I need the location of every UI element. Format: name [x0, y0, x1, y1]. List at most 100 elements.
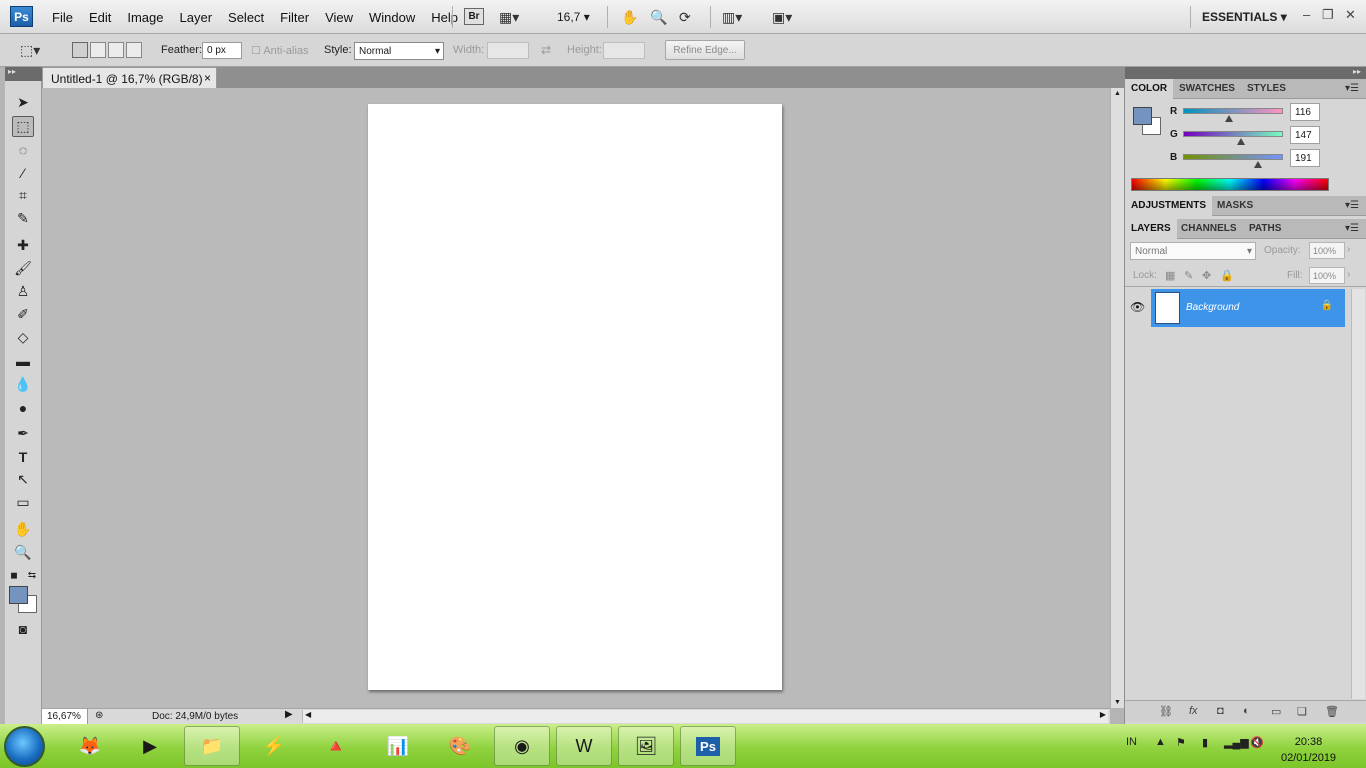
restore-icon[interactable]: ❐: [1322, 7, 1334, 23]
action-center-flag-icon[interactable]: ⚑: [1176, 736, 1186, 749]
history-brush-tool-icon[interactable]: ✐: [12, 304, 34, 325]
photoshop-taskbar-icon[interactable]: Ps: [680, 726, 736, 766]
toolbox-collapse-icon[interactable]: ▸▸: [5, 67, 42, 81]
volume-muted-icon[interactable]: 🔇: [1250, 736, 1264, 749]
bridge-button[interactable]: Br: [464, 8, 484, 25]
green-slider[interactable]: [1183, 131, 1283, 137]
height-input[interactable]: [603, 42, 645, 59]
style-select[interactable]: Normal ▾: [354, 42, 444, 60]
panel-menu-icon[interactable]: ▾☰: [1345, 83, 1359, 94]
tab-paths[interactable]: PATHS: [1243, 219, 1287, 239]
gradient-tool-icon[interactable]: ▬: [12, 350, 34, 371]
fill-arrow-icon[interactable]: ›: [1347, 269, 1350, 280]
show-hidden-icons-icon[interactable]: ▲: [1155, 736, 1166, 748]
blue-slider-thumb[interactable]: [1253, 161, 1262, 168]
minimize-icon[interactable]: –: [1303, 7, 1310, 22]
screen-mode-icon[interactable]: ▣▾: [772, 9, 792, 26]
green-slider-thumb[interactable]: [1236, 138, 1245, 145]
red-slider-thumb[interactable]: [1224, 115, 1233, 122]
panel-menu-icon[interactable]: ▾☰: [1345, 200, 1359, 211]
word-icon[interactable]: W: [556, 726, 612, 766]
menu-image[interactable]: Image: [119, 10, 171, 25]
powerpoint-icon[interactable]: 📊: [370, 726, 426, 766]
menu-layer[interactable]: Layer: [172, 10, 221, 25]
new-group-icon[interactable]: ▭: [1271, 705, 1281, 718]
swap-dimensions-icon[interactable]: ⇄: [541, 43, 551, 57]
clone-stamp-tool-icon[interactable]: ♙: [12, 281, 34, 302]
tab-layers[interactable]: LAYERS: [1125, 219, 1177, 239]
menu-file[interactable]: File: [44, 10, 81, 25]
canvas-area[interactable]: [42, 88, 1110, 708]
new-selection-icon[interactable]: [72, 42, 88, 58]
panel-menu-icon[interactable]: ▾☰: [1345, 223, 1359, 234]
film-strip-icon[interactable]: ▦▾: [499, 9, 519, 26]
photo-viewer-icon[interactable]: 🖼: [618, 726, 674, 766]
tab-swatches[interactable]: SWATCHES: [1173, 79, 1241, 99]
intersect-selection-icon[interactable]: [126, 42, 142, 58]
type-tool-icon[interactable]: T: [12, 446, 34, 467]
new-layer-icon[interactable]: ❏: [1297, 705, 1307, 718]
layers-scrollbar[interactable]: [1351, 289, 1365, 699]
system-clock[interactable]: 20:38 02/01/2019: [1281, 734, 1336, 766]
dodge-tool-icon[interactable]: ●: [12, 397, 34, 418]
scroll-right-icon[interactable]: ▶: [1100, 710, 1106, 719]
media-player-icon[interactable]: ▶: [122, 726, 178, 766]
fill-input[interactable]: 100%: [1309, 267, 1345, 284]
lock-image-icon[interactable]: ✎: [1184, 269, 1193, 282]
battery-icon[interactable]: ▮: [1202, 736, 1208, 749]
move-tool-icon[interactable]: ➤: [12, 92, 34, 113]
arrange-documents-icon[interactable]: ▥▾: [722, 9, 742, 26]
network-signal-icon[interactable]: ▂▄▆: [1224, 736, 1249, 749]
blend-mode-select[interactable]: Normal ▾: [1130, 242, 1256, 260]
document-canvas[interactable]: [368, 104, 782, 690]
eyedropper-tool-icon[interactable]: ✎: [12, 208, 34, 229]
document-tab[interactable]: Untitled-1 @ 16,7% (RGB/8) ×: [42, 67, 217, 88]
winamp-icon[interactable]: ⚡: [246, 726, 302, 766]
red-value-input[interactable]: 116: [1290, 103, 1320, 121]
refine-edge-button[interactable]: Refine Edge...: [665, 40, 745, 60]
opacity-arrow-icon[interactable]: ›: [1347, 244, 1350, 255]
vertical-scrollbar[interactable]: ▲ ▼: [1110, 88, 1124, 708]
scroll-left-icon[interactable]: ◀: [305, 710, 311, 719]
zoom-tool-icon[interactable]: 🔍: [12, 542, 34, 563]
link-layers-icon[interactable]: ⛓: [1159, 705, 1173, 718]
subtract-selection-icon[interactable]: [108, 42, 124, 58]
lasso-tool-icon[interactable]: ◌: [12, 139, 34, 160]
chrome-icon[interactable]: ◉: [494, 726, 550, 766]
horizontal-scrollbar[interactable]: ◀ ▶: [302, 710, 1108, 723]
opacity-input[interactable]: 100%: [1309, 242, 1345, 259]
feather-input[interactable]: 0 px: [202, 42, 242, 59]
menu-help[interactable]: Help: [423, 10, 466, 25]
brush-tool-icon[interactable]: 🖌: [12, 258, 34, 279]
tab-channels[interactable]: CHANNELS: [1175, 219, 1243, 239]
menu-window[interactable]: Window: [361, 10, 423, 25]
menu-filter[interactable]: Filter: [272, 10, 317, 25]
start-button-icon[interactable]: [4, 726, 45, 767]
marquee-preset-icon[interactable]: ⬚▾: [20, 42, 40, 59]
healing-brush-tool-icon[interactable]: ✚: [12, 235, 34, 256]
hand-icon[interactable]: ✋: [621, 9, 638, 26]
firefox-icon[interactable]: 🦊: [62, 726, 118, 766]
tab-adjustments[interactable]: ADJUSTMENTS: [1125, 196, 1213, 216]
blur-tool-icon[interactable]: 💧: [12, 374, 34, 395]
blue-value-input[interactable]: 191: [1290, 149, 1320, 167]
vlc-icon[interactable]: 🔺: [308, 726, 364, 766]
scroll-down-icon[interactable]: ▼: [1114, 699, 1121, 706]
workspace-switcher[interactable]: ESSENTIALS ▾: [1202, 10, 1287, 24]
red-slider[interactable]: [1183, 108, 1283, 114]
crop-tool-icon[interactable]: ⌗: [12, 185, 34, 206]
layer-visibility-eye-icon[interactable]: 👁: [1130, 300, 1145, 314]
tab-styles[interactable]: STYLES: [1241, 79, 1292, 99]
add-selection-icon[interactable]: [90, 42, 106, 58]
close-icon[interactable]: ×: [204, 71, 211, 85]
delete-layer-icon[interactable]: 🗑: [1325, 705, 1339, 718]
pen-tool-icon[interactable]: ✒: [12, 423, 34, 444]
width-input[interactable]: [487, 42, 529, 59]
rotate-view-icon[interactable]: ⟳: [679, 9, 691, 26]
path-select-tool-icon[interactable]: ↖: [12, 469, 34, 490]
zoom-field[interactable]: 16,67%: [42, 709, 88, 724]
marquee-tool-icon[interactable]: ⬚: [12, 116, 34, 137]
zoom-icon[interactable]: 🔍: [650, 9, 667, 26]
close-icon[interactable]: ✕: [1345, 7, 1356, 23]
scroll-up-icon[interactable]: ▲: [1114, 90, 1121, 97]
